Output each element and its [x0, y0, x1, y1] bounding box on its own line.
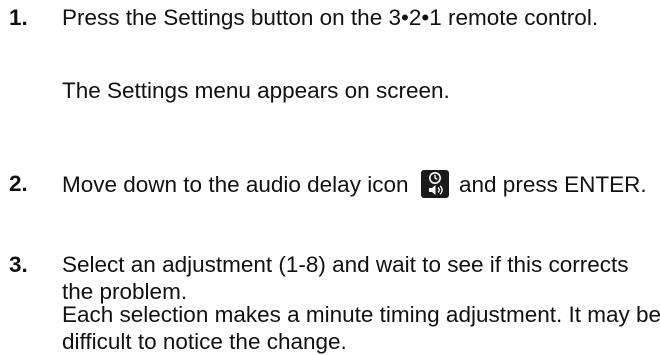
step-text-after-icon: and press ENTER.	[459, 172, 647, 197]
step-text: Move down to the audio delay icon and pr…	[62, 170, 657, 198]
step-number: 2.	[9, 171, 28, 196]
step-text: Press the Settings button on the 3•2•1 r…	[62, 5, 599, 30]
step-text: Select an adjustment (1-8) and wait to s…	[62, 252, 629, 304]
step-1-note: The Settings menu appears on screen.	[62, 78, 450, 103]
audio-delay-icon	[420, 170, 449, 198]
step-3-note: Each selection makes a minute timing adj…	[62, 302, 660, 354]
step-number: 1.	[9, 5, 28, 30]
step-number: 3.	[9, 252, 28, 277]
step-text-before-icon: Move down to the audio delay icon	[62, 172, 409, 197]
